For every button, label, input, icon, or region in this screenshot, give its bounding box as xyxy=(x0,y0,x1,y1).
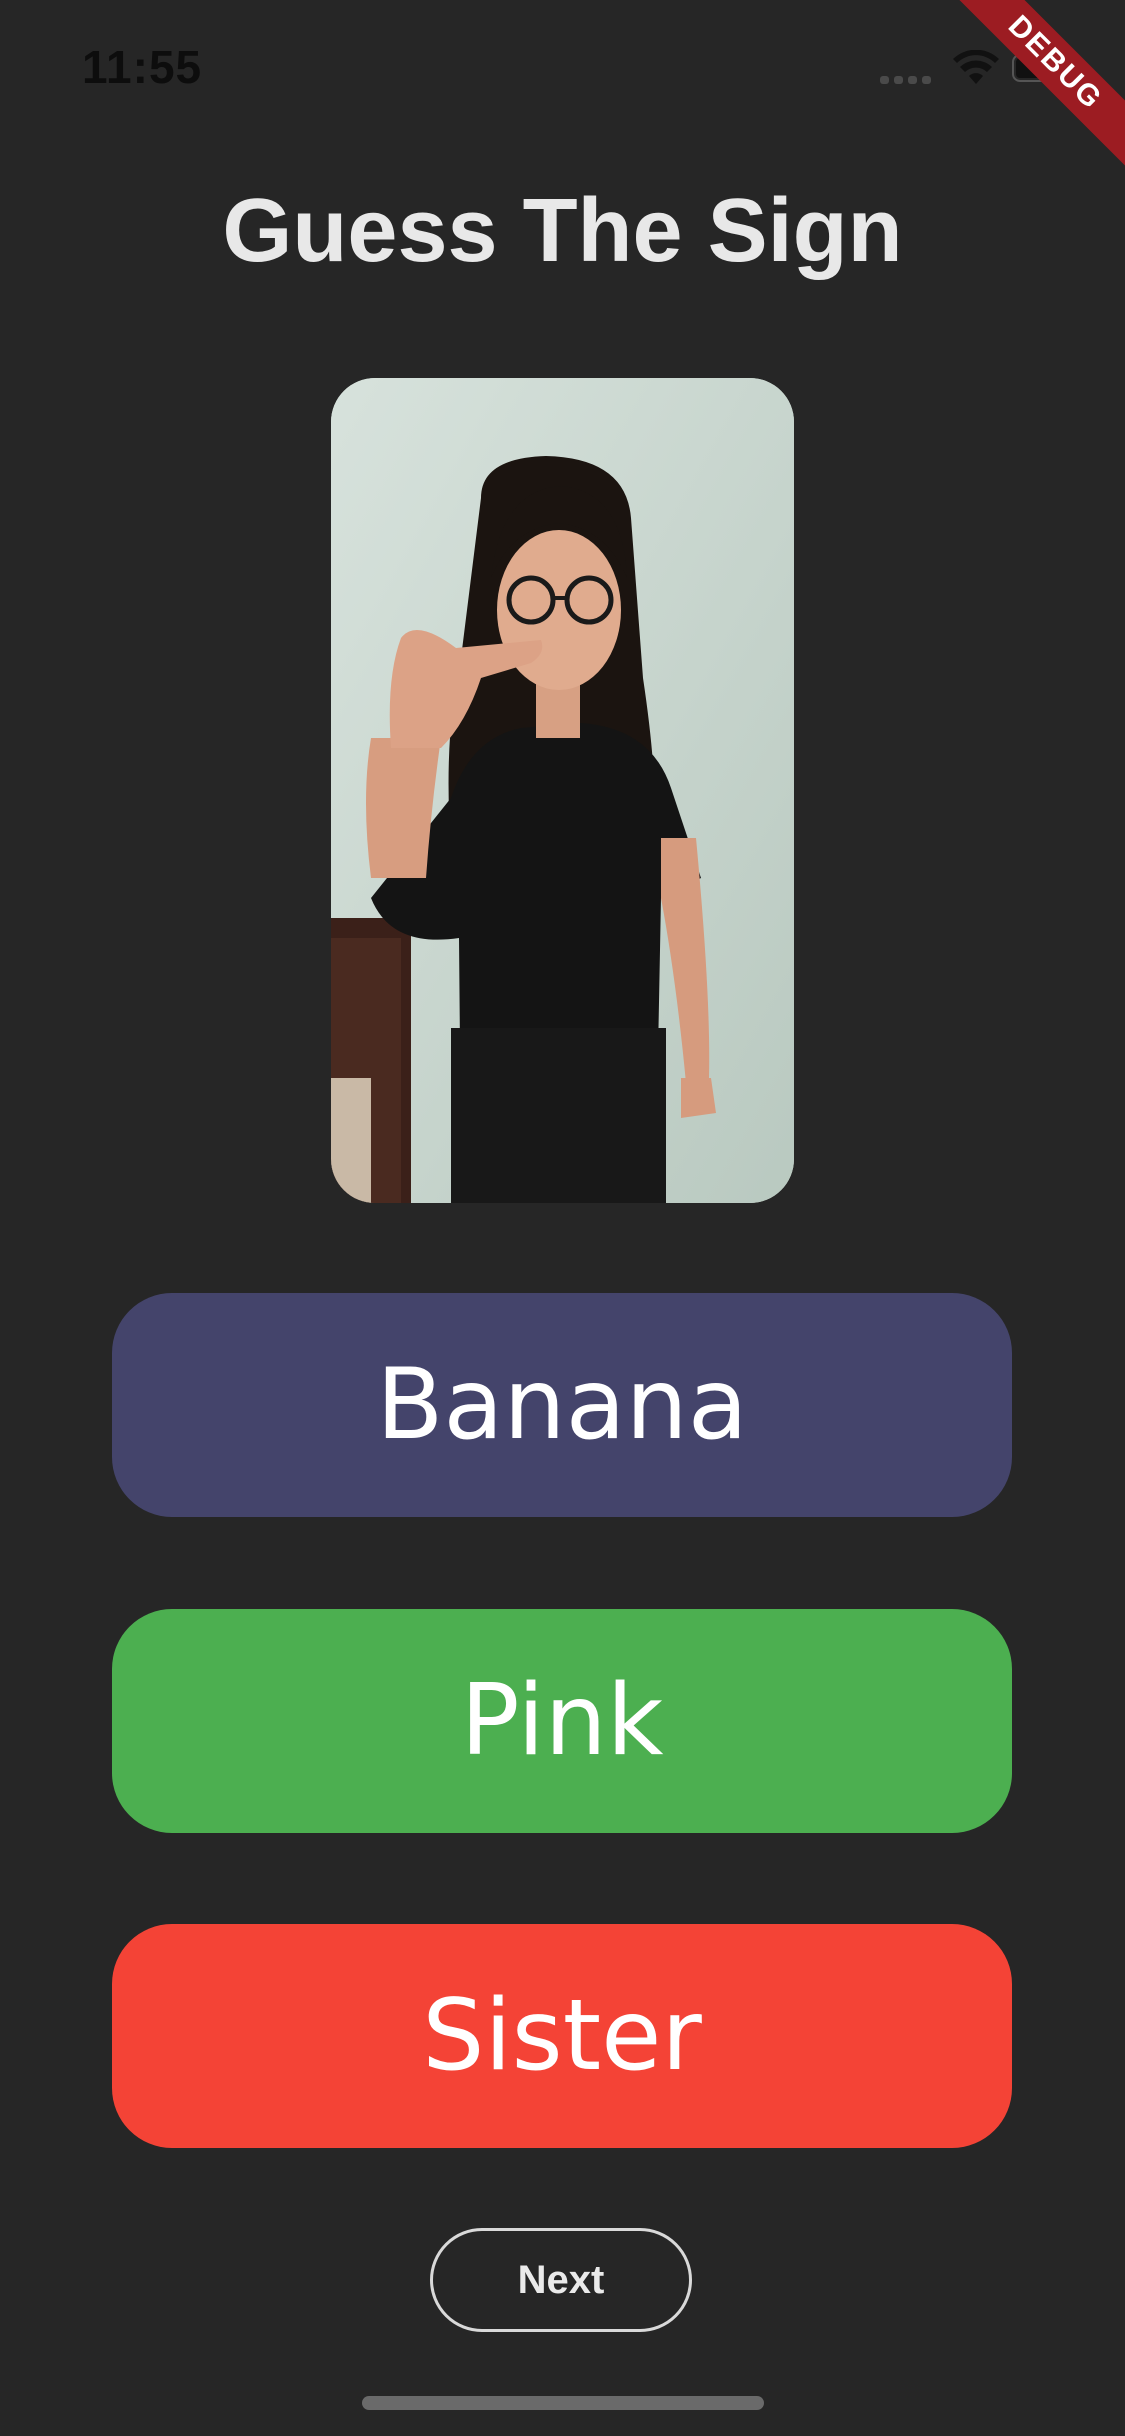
sign-video[interactable] xyxy=(331,378,794,1203)
status-time: 11:55 xyxy=(82,41,203,93)
debug-banner: DEBUG xyxy=(932,0,1125,186)
cellular-signal-icon xyxy=(880,76,936,84)
option-button-pink[interactable]: Pink xyxy=(112,1609,1012,1833)
quiz-screen: 11:55 DEBUG Guess The Sign Banana Pink S… xyxy=(0,0,1125,2436)
home-indicator[interactable] xyxy=(362,2396,764,2410)
wifi-icon xyxy=(953,50,999,84)
option-button-sister[interactable]: Sister xyxy=(112,1924,1012,2148)
next-button[interactable]: Next xyxy=(430,2228,692,2332)
option-button-banana[interactable]: Banana xyxy=(112,1293,1012,1517)
page-title: Guess The Sign xyxy=(222,181,903,281)
sign-video-frame xyxy=(331,378,794,1203)
